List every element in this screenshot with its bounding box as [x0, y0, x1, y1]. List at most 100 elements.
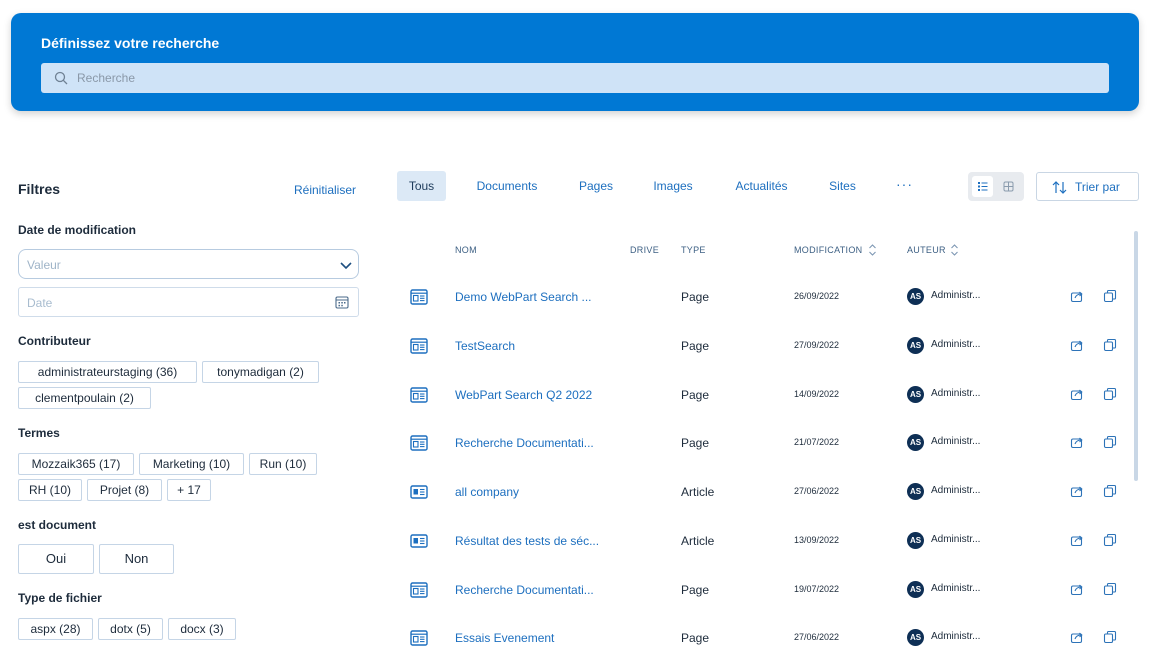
result-modified-date: 19/07/2022 — [794, 584, 840, 594]
result-title-link[interactable]: TestSearch — [455, 339, 515, 353]
copy-link-icon[interactable] — [1103, 533, 1117, 547]
list-view-button[interactable] — [972, 176, 993, 197]
tab-pages[interactable]: Pages — [570, 171, 622, 201]
table-row[interactable]: Recherche Documentati... Page 19/07/2022 AS… — [398, 581, 1128, 632]
file-type-chip[interactable]: aspx (28) — [18, 618, 93, 640]
result-author: Administr... — [931, 631, 981, 642]
date-value-select[interactable]: Valeur — [18, 249, 359, 279]
table-row[interactable]: Recherche Documentati... Page 21/07/2022 AS… — [398, 434, 1128, 485]
sort-toggle-icon[interactable] — [950, 243, 959, 257]
result-title-link[interactable]: all company — [455, 485, 519, 499]
share-icon[interactable] — [1070, 582, 1084, 596]
result-title-link[interactable]: Demo WebPart Search ... — [455, 290, 592, 304]
author-avatar: AS — [907, 581, 924, 598]
terms-filter-title: Termes — [18, 426, 60, 440]
column-header-author[interactable]: AUTEUR — [907, 245, 946, 255]
table-row[interactable]: Essais Evenement Page 27/06/2022 AS Administ… — [398, 629, 1128, 666]
reset-filters-link[interactable]: Réinitialiser — [294, 183, 356, 197]
share-icon[interactable] — [1070, 630, 1084, 644]
page-icon — [410, 387, 428, 403]
grid-view-button[interactable] — [998, 176, 1019, 197]
share-icon[interactable] — [1070, 338, 1084, 352]
result-modified-date: 27/06/2022 — [794, 486, 840, 496]
result-author: Administr... — [931, 534, 981, 545]
contributor-filter-title: Contributeur — [18, 334, 91, 348]
table-row[interactable]: TestSearch Page 27/09/2022 AS Administr... — [398, 337, 1128, 388]
more-terms-chip[interactable]: + 17 — [167, 479, 211, 501]
page-icon — [410, 630, 428, 646]
result-modified-date: 13/09/2022 — [794, 535, 840, 545]
calendar-icon[interactable] — [335, 295, 349, 309]
result-modified-date: 21/07/2022 — [794, 437, 840, 447]
author-avatar: AS — [907, 532, 924, 549]
term-chip[interactable]: Mozzaik365 (17) — [18, 453, 134, 475]
sort-by-label: Trier par — [1075, 180, 1120, 194]
search-box[interactable] — [41, 63, 1109, 93]
contributor-chip[interactable]: administrateurstaging (36) — [18, 361, 197, 383]
copy-link-icon[interactable] — [1103, 338, 1117, 352]
date-value-placeholder: Valeur — [27, 258, 61, 272]
sort-arrows-icon — [1052, 181, 1067, 194]
search-input[interactable] — [77, 63, 1097, 93]
share-icon[interactable] — [1070, 289, 1084, 303]
term-chip[interactable]: Projet (8) — [87, 479, 162, 501]
column-header-name[interactable]: NOM — [455, 245, 477, 255]
table-row[interactable]: Demo WebPart Search ... Page 26/09/2022 AS A… — [398, 288, 1128, 339]
term-chip[interactable]: Run (10) — [249, 453, 317, 475]
share-icon[interactable] — [1070, 484, 1084, 498]
results-scrollbar[interactable] — [1134, 231, 1138, 481]
yes-option-button[interactable]: Oui — [18, 544, 94, 574]
share-icon[interactable] — [1070, 533, 1084, 547]
share-icon[interactable] — [1070, 435, 1084, 449]
result-type: Page — [681, 339, 710, 353]
result-title-link[interactable]: Essais Evenement — [455, 631, 554, 645]
copy-link-icon[interactable] — [1103, 630, 1117, 644]
contributor-chip[interactable]: clementpoulain (2) — [18, 387, 151, 409]
tab-images[interactable]: Images — [643, 171, 703, 201]
table-row[interactable]: Résultat des tests de séc... Article 13/09… — [398, 532, 1128, 583]
result-type: Page — [681, 631, 710, 645]
tab-all[interactable]: Tous — [397, 171, 446, 201]
tab-sites[interactable]: Sites — [820, 171, 865, 201]
sort-toggle-icon[interactable] — [868, 243, 877, 257]
no-option-button[interactable]: Non — [99, 544, 174, 574]
table-row[interactable]: all company Article 27/06/2022 AS Administr.… — [398, 483, 1128, 534]
result-type: Page — [681, 583, 710, 597]
table-row[interactable]: WebPart Search Q2 2022 Page 14/09/2022 AS Ad… — [398, 386, 1128, 437]
more-tabs-button[interactable]: ··· — [896, 176, 913, 192]
share-icon[interactable] — [1070, 387, 1084, 401]
tab-news[interactable]: Actualités — [724, 171, 799, 201]
result-author: Administr... — [931, 388, 981, 399]
contributor-chip[interactable]: tonymadigan (2) — [202, 361, 319, 383]
sort-by-button[interactable]: Trier par — [1036, 172, 1139, 201]
column-header-drive[interactable]: DRIVE — [630, 245, 659, 255]
copy-link-icon[interactable] — [1103, 484, 1117, 498]
view-toggle — [968, 172, 1024, 201]
copy-link-icon[interactable] — [1103, 387, 1117, 401]
page-icon — [410, 338, 428, 354]
list-view-icon — [978, 182, 988, 191]
file-type-chip[interactable]: dotx (5) — [98, 618, 163, 640]
page-icon — [410, 435, 428, 451]
result-title-link[interactable]: Recherche Documentati... — [455, 583, 594, 597]
author-avatar: AS — [907, 386, 924, 403]
result-modified-date: 27/06/2022 — [794, 632, 840, 642]
result-type: Page — [681, 290, 710, 304]
term-chip[interactable]: RH (10) — [18, 479, 82, 501]
result-title-link[interactable]: Résultat des tests de séc... — [455, 534, 599, 548]
page-icon — [410, 289, 428, 305]
column-header-type[interactable]: TYPE — [681, 245, 706, 255]
grid-view-icon — [1003, 181, 1014, 192]
copy-link-icon[interactable] — [1103, 435, 1117, 449]
copy-link-icon[interactable] — [1103, 289, 1117, 303]
date-picker-field[interactable]: Date — [18, 287, 359, 317]
file-type-chip[interactable]: docx (3) — [168, 618, 236, 640]
result-title-link[interactable]: Recherche Documentati... — [455, 436, 594, 450]
copy-link-icon[interactable] — [1103, 582, 1117, 596]
column-header-modification[interactable]: MODIFICATION — [794, 245, 862, 255]
term-chip[interactable]: Marketing (10) — [139, 453, 244, 475]
result-author: Administr... — [931, 436, 981, 447]
tab-documents[interactable]: Documents — [466, 171, 548, 201]
date-placeholder: Date — [27, 296, 53, 310]
result-title-link[interactable]: WebPart Search Q2 2022 — [455, 388, 592, 402]
